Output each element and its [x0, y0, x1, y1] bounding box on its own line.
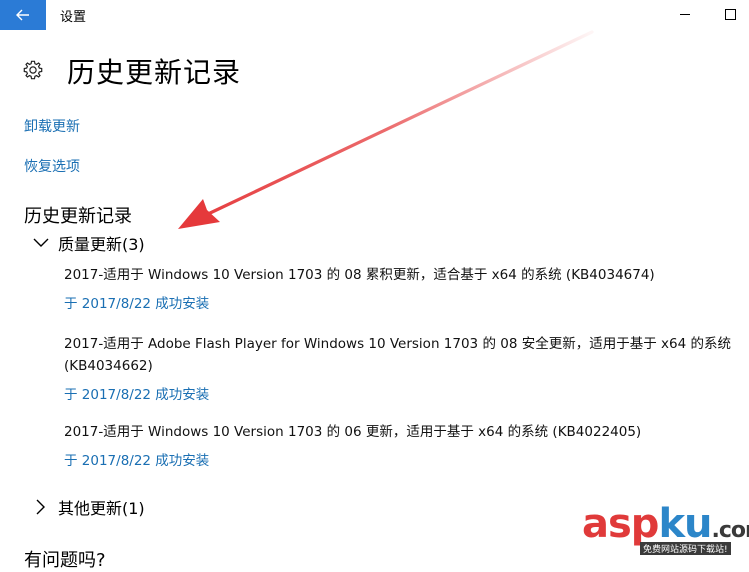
recovery-options-link[interactable]: 恢复选项	[24, 156, 80, 176]
update-name: 2017-适用于 Windows 10 Version 1703 的 08 累积…	[64, 267, 655, 283]
chevron-down-icon	[33, 238, 49, 247]
uninstall-updates-link[interactable]: 卸载更新	[24, 116, 80, 136]
watermark-dot: .com	[711, 518, 749, 543]
watermark-tagline: 免费网站源码下载站!	[640, 542, 731, 555]
watermark-ku: ku	[658, 501, 712, 547]
update-item: 2017-适用于 Windows 10 Version 1703 的 08 累积…	[64, 264, 744, 312]
window-title: 设置	[60, 10, 87, 25]
update-item: 2017-适用于 Windows 10 Version 1703 的 06 更新…	[64, 421, 744, 469]
other-updates-label: 其他更新(1)	[58, 499, 145, 518]
arrow-head	[178, 199, 220, 229]
back-button[interactable]	[0, 0, 46, 30]
watermark-asp: asp	[582, 501, 659, 547]
chevron-right-icon	[36, 499, 45, 515]
update-history-heading: 历史更新记录	[24, 206, 132, 227]
minimize-button[interactable]	[680, 14, 690, 15]
update-item: 2017-适用于 Adobe Flash Player for Windows …	[64, 333, 744, 403]
update-status-link[interactable]: 于 2017/8/22 成功安装	[64, 292, 744, 312]
update-status-link[interactable]: 于 2017/8/22 成功安装	[64, 449, 744, 469]
update-name: 2017-适用于 Windows 10 Version 1703 的 06 更新…	[64, 424, 642, 440]
gear-icon	[23, 60, 43, 80]
update-name: 2017-适用于 Adobe Flash Player for Windows …	[64, 336, 731, 374]
other-updates-group[interactable]: 其他更新(1)	[32, 495, 145, 519]
quality-updates-label: 质量更新(3)	[58, 235, 145, 254]
title-bar: 设置	[0, 0, 749, 30]
quality-updates-group[interactable]: 质量更新(3)	[32, 231, 145, 255]
page-title: 历史更新记录	[67, 56, 242, 89]
arrow-shaft	[206, 30, 594, 216]
update-status-link[interactable]: 于 2017/8/22 成功安装	[64, 383, 744, 403]
maximize-button[interactable]	[725, 9, 736, 20]
back-arrow-icon	[16, 9, 29, 21]
help-heading: 有问题吗?	[24, 550, 106, 571]
aspku-watermark-logo: aspku.com 免费网站源码下载站!	[582, 501, 749, 556]
